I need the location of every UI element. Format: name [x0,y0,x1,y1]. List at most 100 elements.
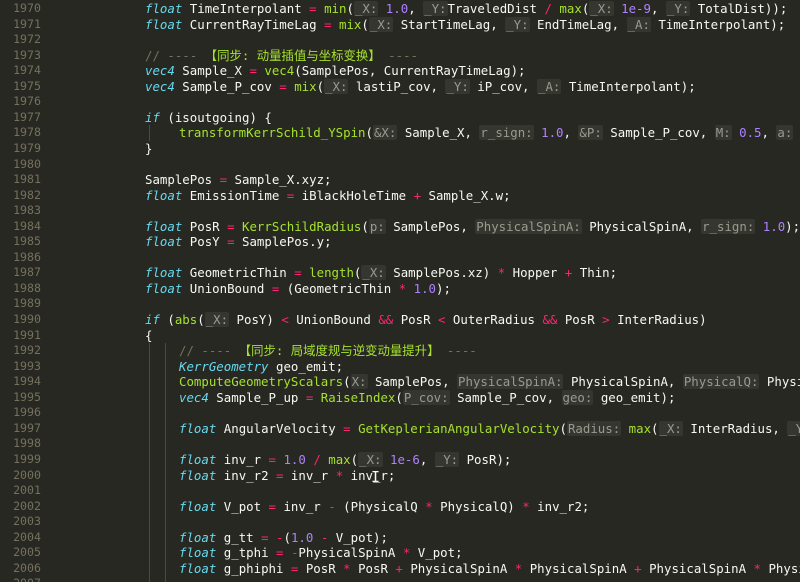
code-line[interactable]: 1978 transformKerrSchild_YSpin(&X: Sample… [0,125,800,141]
line-number: 1998 [13,436,41,451]
code-token: PosY) [229,312,282,327]
code-line[interactable]: 2006 float g_phiphi = PosR * PosR + Physi… [0,561,800,577]
code-line[interactable]: 2000 float inv_r2 = inv_r * inv_r; [0,468,800,484]
inlay-hint: _X: [358,451,383,467]
line-number: 1994 [13,374,41,389]
code-line[interactable]: 2007 [0,576,800,582]
code-token: float [179,451,217,467]
line-number: 1971 [13,16,41,31]
code-token: iP_cov, [469,78,537,94]
code-line[interactable]: 1985 float PosY = SamplePos.y; [0,234,800,250]
code-line[interactable]: 1986 [0,250,800,266]
code-token: min [324,1,347,16]
code-token: max [559,1,582,16]
code-line[interactable]: 1977 if (isoutgoing) { [0,110,800,126]
code-token: PhysicalSpinA [522,560,635,576]
code-line[interactable]: 1984 float PosR = KerrSchildRadius(p: Sam… [0,218,800,235]
code-line[interactable]: 1972 [0,32,800,48]
code-token: PhysicalQ) [432,498,523,514]
code-line[interactable]: 1990 if (abs(_X: PosY) < UnionBound && Po… [0,312,800,328]
code-line[interactable]: 1979} [0,141,800,157]
code-token: float [145,280,183,296]
line-number: 1979 [13,140,41,155]
code-line[interactable]: 1993 KerrGeometry geo_emit; [0,359,800,375]
code-line[interactable]: 1974 vec4 Sample_X = vec4(SamplePos, Curr… [0,63,800,79]
code-token: = [324,16,332,32]
code-area[interactable]: 1970 float TimeInterpolant = min(_X: 1.0,… [0,0,800,582]
code-token: PhysicalQ, [766,374,800,390]
code-token: 【同步: 局域度规与逆变动量提升】 [238,343,440,359]
code-token: UnionBound [182,280,272,296]
code-token: (PhysicalQ [335,498,426,514]
code-token: vec4 [145,78,175,94]
code-editor[interactable]: 1970 float TimeInterpolant = min(_X: 1.0,… [0,0,800,582]
code-line[interactable]: 2003 [0,514,800,530]
code-text: { [145,328,152,344]
code-line[interactable]: 1995 vec4 Sample_P_up = RaiseIndex(P_cov:… [0,389,800,406]
code-token: float [179,545,217,561]
code-line[interactable]: 1975 vec4 Sample_P_cov = mix(_X: lastiP_c… [0,78,800,95]
code-token: PosR [557,312,603,327]
code-token: ); [785,218,800,234]
code-line[interactable]: 1970 float TimeInterpolant = min(_X: 1.0,… [0,1,800,17]
code-line[interactable]: 1971 float CurrentRayTimeLag = mix(_X: St… [0,16,800,33]
code-line[interactable]: 1976 [0,94,800,110]
code-line[interactable]: 1999 float inv_r = 1.0 / max(_X: 1e-6, _Y… [0,451,800,468]
code-token: = [227,234,235,250]
code-line[interactable]: 1981 SamplePos = Sample_X.xyz; [0,172,800,188]
code-token: Sample_X [174,63,250,79]
code-token: g_tt [216,529,262,545]
code-text: if (isoutgoing) { [145,110,272,126]
code-token: float [179,498,217,514]
code-line[interactable]: 1998 [0,436,800,452]
code-line[interactable]: 1997 float AngularVelocity = GetKeplerian… [0,420,800,437]
code-token: UnionBound [288,312,379,327]
code-token: ---- [439,343,477,359]
code-line[interactable]: 1987 float GeometricThin = length(_X: Sam… [0,265,800,281]
code-line[interactable]: 1982 float EmissionTime = iBlackHoleTime … [0,188,800,204]
code-token: && [542,312,558,327]
line-number: 1999 [13,451,41,466]
inlay-hint: _X: [589,1,614,16]
code-token: GetKeplerianAngularVelocity [358,420,560,436]
code-token: SamplePos, [367,374,458,390]
code-text: float GeometricThin = length(_X: SampleP… [145,265,617,281]
code-token: InterRadius, [682,420,788,436]
code-token: Sample_X.w; [421,187,511,203]
code-line[interactable]: 1983 [0,203,800,219]
line-number: 1991 [13,327,41,342]
code-line[interactable]: 1994 ComputeGeometryScalars(X: SamplePos,… [0,374,800,390]
code-token: 1.0 [413,280,436,296]
code-line[interactable]: 1996 [0,405,800,421]
code-line[interactable]: 1992 // ---- 【同步: 局域度规与逆变动量提升】 ---- [0,343,800,359]
code-line[interactable]: 1989 [0,296,800,312]
inlay-hint: r_sign: [701,218,756,234]
code-line[interactable]: 1980 [0,157,800,173]
line-number: 2003 [13,514,41,529]
code-token: SamplePos, [385,218,476,234]
code-line[interactable]: 1973 // ---- 【同步: 动量插值与坐标变换】 ---- [0,48,800,64]
inlay-hint: X: [350,374,368,390]
code-text: float PosR = KerrSchildRadius(p: SampleP… [145,218,800,235]
line-number: 2002 [13,498,41,513]
code-token: // ---- [179,343,239,359]
code-token: inv_r [276,498,329,514]
inlay-hint: _A: [626,16,651,32]
code-token: 1.0 [762,218,786,234]
code-line[interactable]: 2005 float g_tphi = -PhysicalSpinA * V_po… [0,545,800,561]
code-text: SamplePos = Sample_X.xyz; [145,172,332,188]
code-line[interactable]: 1991 { [0,328,800,344]
code-token: EmissionTime [182,187,287,203]
code-line[interactable]: 2002 float V_pot = inv_r - (PhysicalQ * P… [0,499,800,515]
code-line[interactable]: 1988 float UnionBound = (GeometricThin * … [0,281,800,297]
code-token: = [261,529,269,545]
code-token: 1e-9 [621,1,651,16]
code-line[interactable]: 2001 [0,483,800,499]
code-line[interactable]: 2004 float g_tt = -(1.0 - V_pot); [0,530,800,546]
line-number: 2006 [13,560,41,575]
code-text: if (abs(_X: PosY) < UnionBound && PosR <… [145,312,707,328]
code-token: SamplePos [145,172,220,188]
